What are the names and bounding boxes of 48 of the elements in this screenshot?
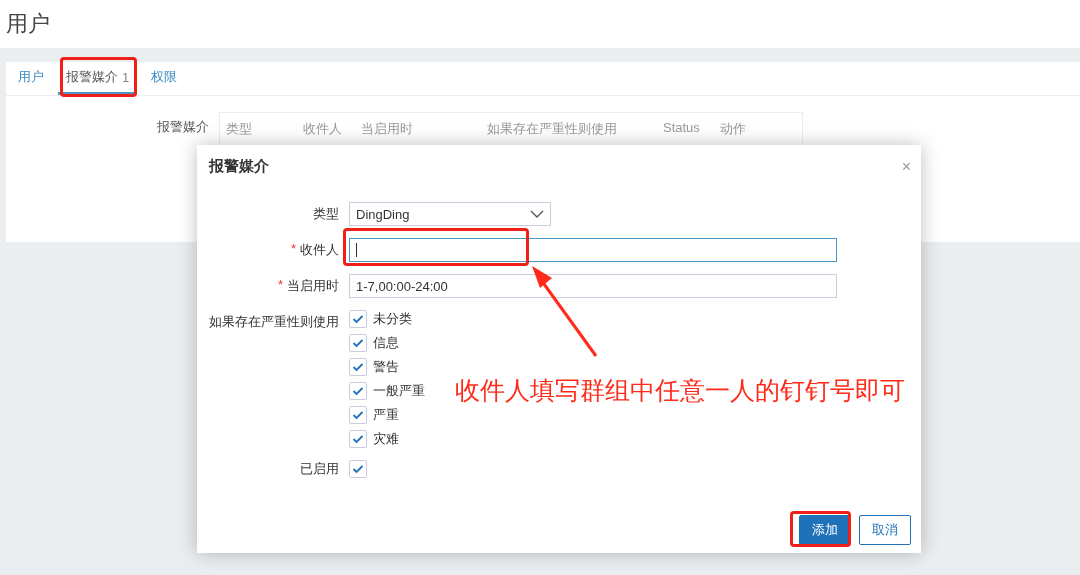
checkbox[interactable] [349,406,367,424]
cancel-button[interactable]: 取消 [859,515,911,545]
field-label: 收件人 [300,241,339,259]
checkbox-label: 灾难 [373,430,399,448]
checkbox-label: 严重 [373,406,399,424]
dialog-title: 报警媒介 [209,157,269,176]
field-label: 如果存在严重性则使用 [209,313,339,331]
page-title: 用户 [6,10,50,38]
column-header: 类型 [226,120,252,138]
chevron-icon [530,210,544,218]
field-label: 已启用 [300,460,339,478]
checkbox-label: 一般严重 [373,382,425,400]
required-marker: * [277,277,283,294]
checkbox[interactable] [349,460,367,478]
checkbox[interactable] [349,382,367,400]
checkbox-label: 未分类 [373,310,412,328]
tab[interactable]: 权限 [143,62,186,95]
checkbox[interactable] [349,358,367,376]
field-label: 类型 [313,205,339,223]
checkbox[interactable] [349,334,367,352]
column-header: 如果存在严重性则使用 [487,120,617,138]
input-field[interactable] [349,238,837,262]
check-icon [352,362,364,372]
required-marker: * [290,241,296,258]
checkbox[interactable] [349,310,367,328]
add-button[interactable]: 添加 [799,515,851,545]
check-icon [352,338,364,348]
highlight-box [790,511,851,547]
annotation-text: 收件人填写群组中任意一人的钉钉号即可 [455,375,905,406]
check-icon [352,434,364,444]
column-header: Status [663,120,700,135]
check-icon [352,464,364,474]
check-icon [352,314,364,324]
checkbox[interactable] [349,430,367,448]
type-select[interactable]: DingDing [349,202,551,226]
check-icon [352,410,364,420]
checkbox-label: 信息 [373,334,399,352]
close-button[interactable]: × [901,157,911,176]
tab[interactable]: 用户 [10,62,52,95]
column-header: 收件人 [303,120,342,138]
media-label: 报警媒介 [156,118,209,136]
column-header: 当启用时 [361,120,413,138]
column-header: 动作 [720,120,746,138]
field-label: 当启用时 [287,277,339,295]
input-field[interactable]: 1-7,00:00-24:00 [349,274,837,298]
checkbox-label: 警告 [373,358,399,376]
tab[interactable]: 报警媒介 1 [58,62,138,95]
check-icon [352,386,364,396]
